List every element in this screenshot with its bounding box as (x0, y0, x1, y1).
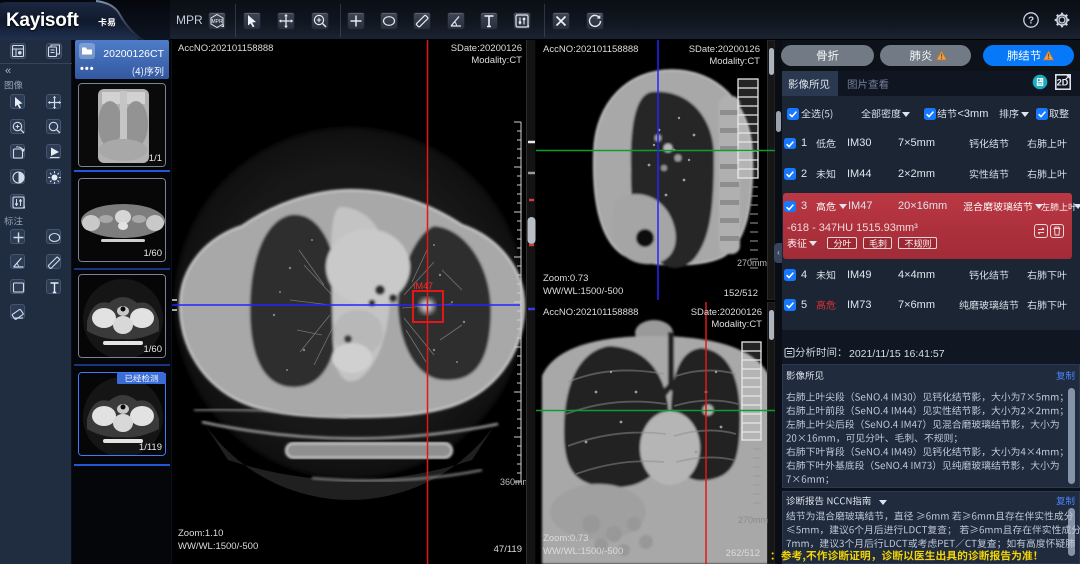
svg-text:?: ? (1028, 16, 1034, 27)
svg-text:2D: 2D (1057, 78, 1069, 88)
svg-text:MPR: MPR (211, 19, 223, 25)
